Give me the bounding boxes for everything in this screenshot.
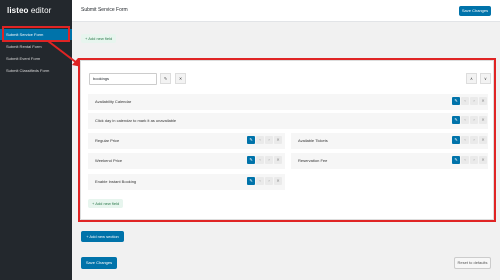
- brand-logo: listeo editor: [7, 6, 52, 15]
- main-area: Submit Service Form Save Changes + Add n…: [72, 0, 500, 280]
- top-bar: Submit Service Form Save Changes: [72, 0, 500, 22]
- section-highlight-box: [78, 58, 496, 222]
- add-new-section-button[interactable]: + Add new section: [81, 231, 124, 242]
- page-title: Submit Service Form: [81, 7, 128, 13]
- save-changes-bottom-button[interactable]: Save Changes: [81, 257, 117, 269]
- save-changes-top-button[interactable]: Save Changes: [459, 6, 491, 16]
- add-new-field-button-top[interactable]: + Add new field: [81, 34, 117, 43]
- reset-to-defaults-button[interactable]: Reset to defaults: [454, 257, 491, 269]
